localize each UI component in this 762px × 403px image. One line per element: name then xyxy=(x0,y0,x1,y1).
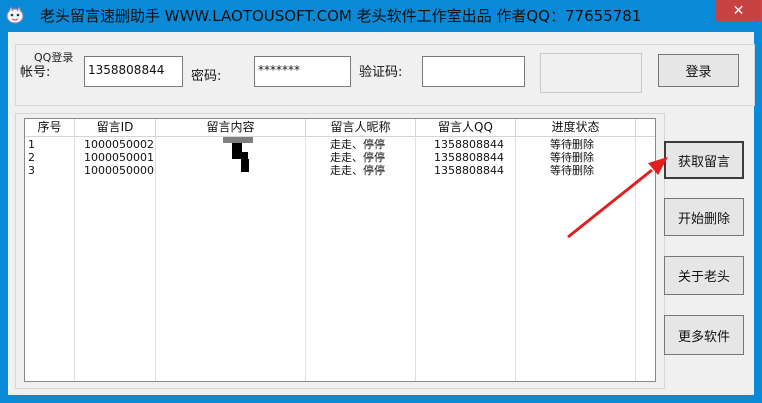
row-id: 1000050000 xyxy=(84,164,154,177)
row-nickname: 走走、停停 xyxy=(330,151,385,164)
row-qq: 1358808844 xyxy=(434,164,504,177)
message-list[interactable]: 序号 留言ID 留言内容 留言人昵称 留言人QQ 进度状态 1 10000500… xyxy=(24,118,656,382)
login-button[interactable]: 登录 xyxy=(658,54,739,87)
header-qq[interactable]: 留言人QQ xyxy=(416,119,516,136)
close-button[interactable]: ✕ xyxy=(716,0,761,21)
column-divider xyxy=(415,136,416,381)
start-delete-button[interactable]: 开始删除 xyxy=(664,198,744,236)
row-nickname: 走走、停停 xyxy=(330,138,385,151)
row-status: 等待删除 xyxy=(550,151,594,164)
app-icon xyxy=(6,6,24,24)
about-button[interactable]: 关于老头 xyxy=(664,256,744,295)
password-label: 密码: xyxy=(191,69,222,84)
header-status[interactable]: 进度状态 xyxy=(516,119,636,136)
column-divider xyxy=(635,136,636,381)
more-software-button[interactable]: 更多软件 xyxy=(664,315,744,355)
row-status: 等待删除 xyxy=(550,164,594,177)
row-qq: 1358808844 xyxy=(434,151,504,164)
redaction-mark xyxy=(241,159,249,172)
captcha-image[interactable] xyxy=(540,53,642,93)
list-header: 序号 留言ID 留言内容 留言人昵称 留言人QQ 进度状态 xyxy=(25,119,655,137)
row-index: 1 xyxy=(28,138,35,151)
column-divider xyxy=(515,136,516,381)
account-label: 帐号: xyxy=(20,65,51,80)
header-id[interactable]: 留言ID xyxy=(75,119,156,136)
row-qq: 1358808844 xyxy=(434,138,504,151)
header-nickname[interactable]: 留言人昵称 xyxy=(306,119,416,136)
column-divider xyxy=(74,136,75,381)
captcha-field[interactable] xyxy=(422,56,525,87)
header-index[interactable]: 序号 xyxy=(25,119,75,136)
redaction-mark xyxy=(232,152,248,159)
row-index: 2 xyxy=(28,151,35,164)
app-window: 老头留言速删助手 WWW.LAOTOUSOFT.COM 老头软件工作室出品 作者… xyxy=(0,0,762,403)
header-content[interactable]: 留言内容 xyxy=(156,119,306,136)
row-id: 1000050001 xyxy=(84,151,154,164)
row-status: 等待删除 xyxy=(550,138,594,151)
client-area: QQ登录 帐号: 1358808844 密码: ******* 验证码: 登录 … xyxy=(8,32,755,395)
row-index: 3 xyxy=(28,164,35,177)
window-title: 老头留言速删助手 WWW.LAOTOUSOFT.COM 老头软件工作室出品 作者… xyxy=(40,7,642,25)
fetch-messages-button[interactable]: 获取留言 xyxy=(664,141,744,179)
close-icon: ✕ xyxy=(732,2,745,19)
password-field[interactable]: ******* xyxy=(254,56,351,87)
row-nickname: 走走、停停 xyxy=(330,164,385,177)
column-divider xyxy=(305,136,306,381)
column-divider xyxy=(155,136,156,381)
title-bar[interactable]: 老头留言速删助手 WWW.LAOTOUSOFT.COM 老头软件工作室出品 作者… xyxy=(0,0,762,32)
account-field[interactable]: 1358808844 xyxy=(84,56,183,87)
row-id: 1000050002 xyxy=(84,138,154,151)
captcha-label: 验证码: xyxy=(359,65,403,80)
